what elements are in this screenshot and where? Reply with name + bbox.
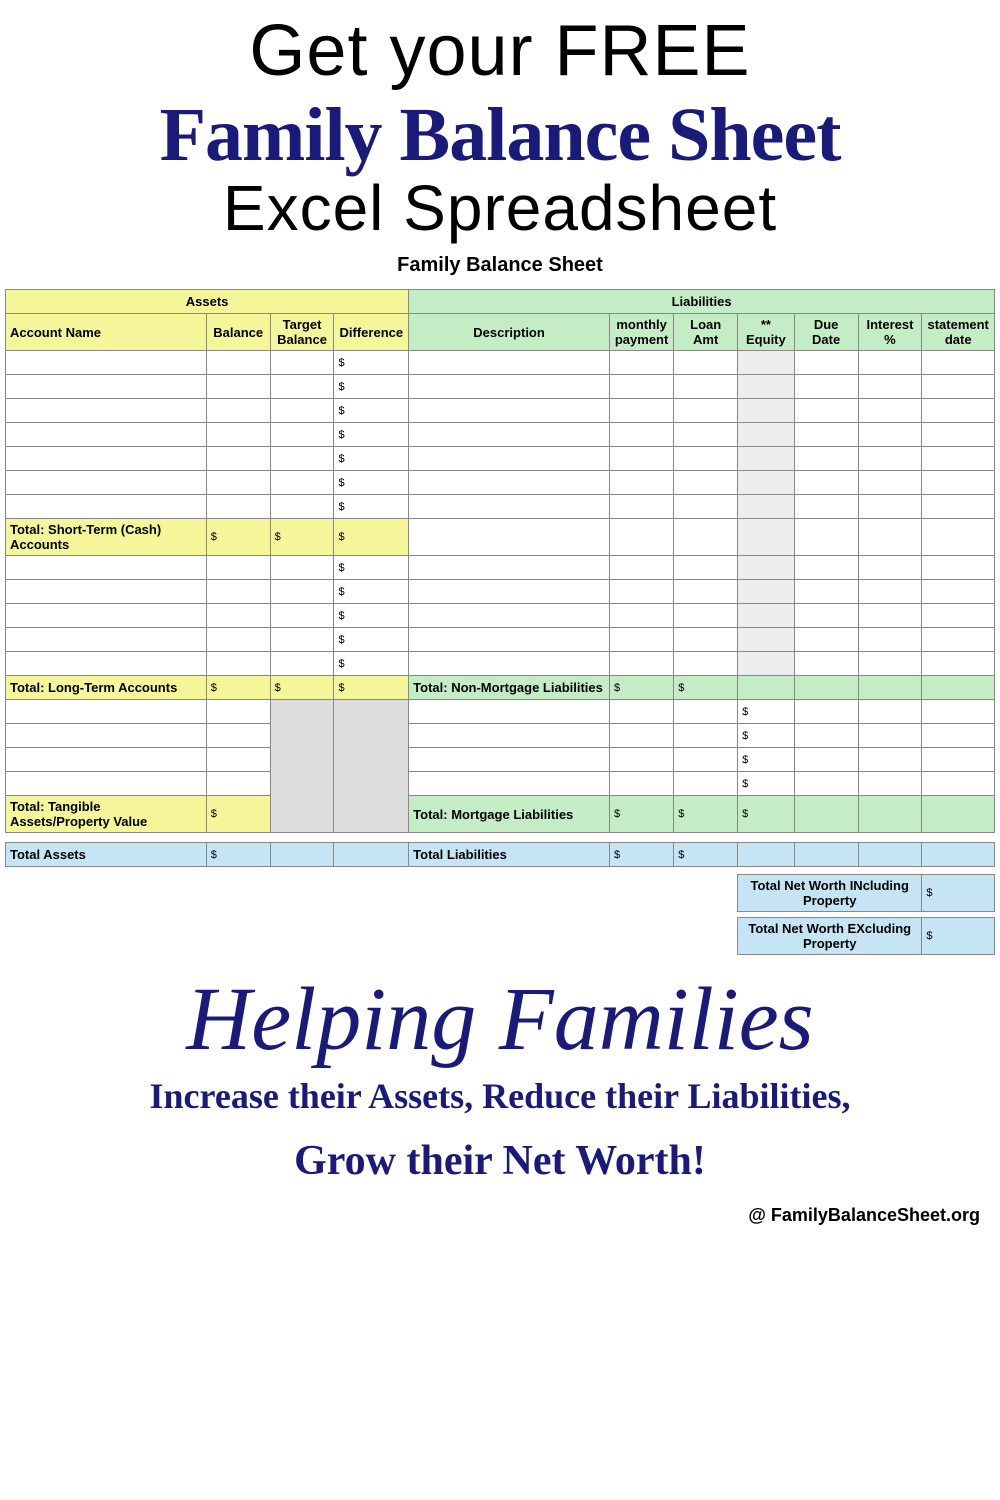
- footer-script: Helping Families: [30, 975, 970, 1065]
- col-balance: Balance: [206, 314, 270, 351]
- table-row: $: [6, 556, 995, 580]
- table-row: $: [6, 580, 995, 604]
- footer-block: Helping Families Increase their Assets, …: [0, 955, 1000, 1185]
- footer-line1: Increase their Assets, Reduce their Liab…: [30, 1075, 970, 1117]
- table-row: $: [6, 700, 995, 724]
- table-row: $: [6, 399, 995, 423]
- spacer-row: [6, 833, 995, 843]
- col-due: Due Date: [794, 314, 858, 351]
- table-row: $: [6, 604, 995, 628]
- liabilities-header: Liabilities: [409, 290, 995, 314]
- col-difference: Difference: [334, 314, 409, 351]
- balance-sheet-table: Assets Liabilities Account Name Balance …: [5, 289, 995, 955]
- total-tangible: Total: Tangible Assets/Property Value $ …: [6, 796, 995, 833]
- col-monthly: monthly payment: [609, 314, 673, 351]
- table-row: $: [6, 772, 995, 796]
- table-row: $: [6, 628, 995, 652]
- table-row: $: [6, 652, 995, 676]
- col-loan: Loan Amt: [674, 314, 738, 351]
- total-long-term: Total: Long-Term Accounts $ $ $ Total: N…: [6, 676, 995, 700]
- col-statement: statement date: [922, 314, 995, 351]
- table-row: $: [6, 447, 995, 471]
- footer-line2: Grow their Net Worth!: [30, 1137, 970, 1185]
- header-line3: Excel Spreadsheet: [20, 171, 980, 245]
- net-worth-exc: Total Net Worth EXcluding Property $: [6, 918, 995, 955]
- table-row: $: [6, 351, 995, 375]
- col-target: Target Balance: [270, 314, 334, 351]
- col-account-name: Account Name: [6, 314, 207, 351]
- header-line1: Get your FREE: [20, 10, 980, 92]
- net-worth-inc: Total Net Worth INcluding Property $: [6, 875, 995, 912]
- table-row: $: [6, 748, 995, 772]
- col-description: Description: [409, 314, 610, 351]
- table-row: $: [6, 471, 995, 495]
- total-short-term: Total: Short-Term (Cash) Accounts $ $ $: [6, 519, 995, 556]
- table-row: $: [6, 423, 995, 447]
- assets-header: Assets: [6, 290, 409, 314]
- header-block: Get your FREE Family Balance Sheet Excel…: [0, 0, 1000, 250]
- credit-line: @ FamilyBalanceSheet.org: [0, 1205, 1000, 1226]
- table-row: $: [6, 495, 995, 519]
- table-row: $: [6, 724, 995, 748]
- col-interest: Interest %: [858, 314, 922, 351]
- col-equity: ** Equity: [738, 314, 795, 351]
- sheet-title: Family Balance Sheet: [0, 250, 1000, 281]
- table-row: $: [6, 375, 995, 399]
- total-assets-row: Total Assets $ Total Liabilities $ $: [6, 843, 995, 867]
- header-line2: Family Balance Sheet: [20, 92, 980, 179]
- spacer-row: [6, 867, 995, 875]
